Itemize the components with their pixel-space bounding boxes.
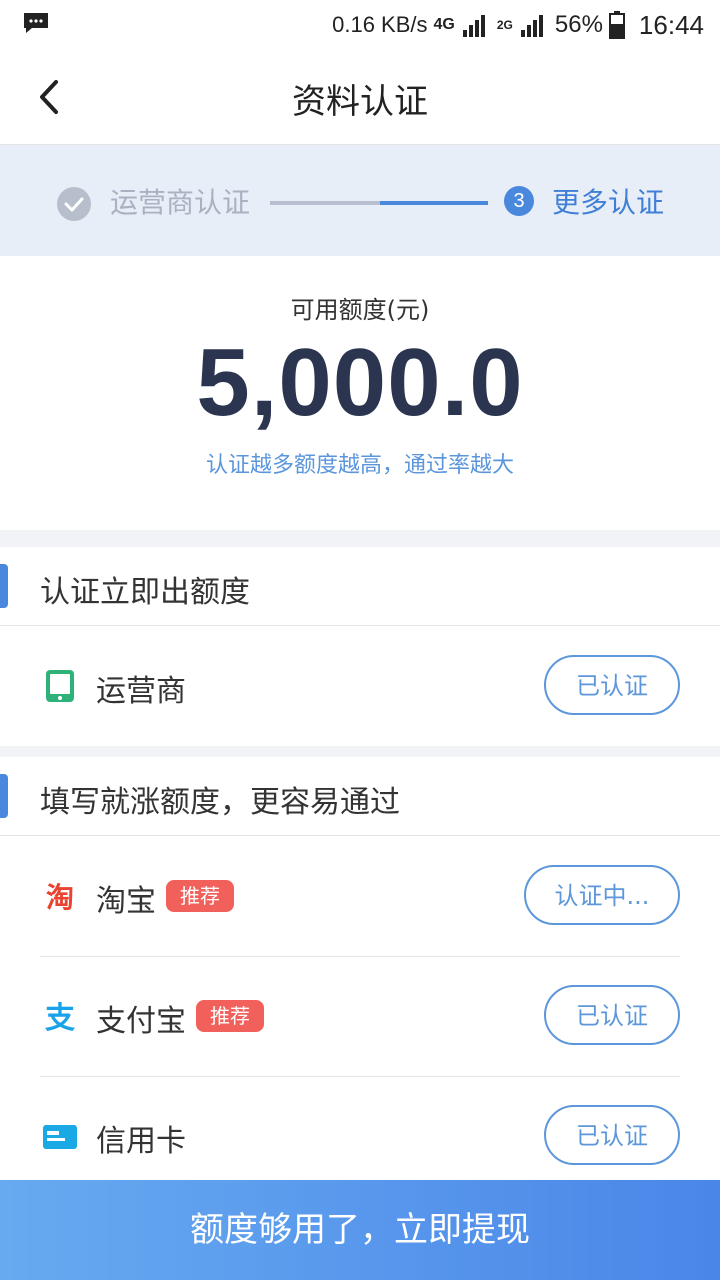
network-type: 4G [433, 16, 455, 33]
step-number-badge: 3 [504, 186, 534, 216]
status-bar: 0.16 KB/s 4G 2G 56% 16:44 [0, 0, 720, 50]
phone-icon [46, 670, 74, 702]
step-operator-label: 运营商认证 [110, 186, 251, 219]
step-connector-active [380, 201, 488, 205]
operator-status-button[interactable]: 已认证 [544, 655, 680, 715]
section-marker [0, 774, 8, 818]
nav-bar: 资料认证 [0, 50, 720, 145]
clock: 16:44 [638, 9, 704, 40]
taobao-status-button[interactable]: 认证中... [524, 865, 680, 925]
battery-icon [608, 11, 625, 39]
battery-percent: 56% [554, 11, 603, 38]
alipay-status-button[interactable]: 已认证 [544, 985, 680, 1045]
section-marker [0, 564, 8, 608]
message-icon [24, 13, 48, 33]
signal-icon-2 [520, 15, 543, 37]
section-title: 认证立即出额度 [40, 575, 250, 610]
recommend-tag: 推荐 [196, 1000, 264, 1032]
svg-text:淘: 淘 [46, 881, 74, 914]
divider [40, 1076, 680, 1077]
credit-card-status-button[interactable]: 已认证 [544, 1105, 680, 1165]
step-connector-done [270, 201, 380, 205]
step-complete-check-icon [57, 187, 91, 221]
quota-tip: 认证越多额度越高，通过率越大 [205, 453, 514, 478]
credit-card-icon [43, 1125, 77, 1149]
withdraw-button[interactable]: 额度够用了，立即提现 [0, 1180, 720, 1280]
svg-text:支: 支 [45, 1001, 75, 1034]
section-title: 填写就涨额度，更容易通过 [40, 785, 400, 820]
list-item-label: 淘宝 [96, 884, 156, 919]
page-title: 资料认证 [292, 82, 428, 122]
quota-amount: 5,000.0 [196, 329, 524, 436]
section-header: 认证立即出额度 [0, 547, 720, 626]
taobao-icon: 淘 [46, 881, 74, 914]
section-header: 填写就涨额度，更容易通过 [0, 757, 720, 836]
recommend-tag: 推荐 [166, 880, 234, 912]
list-item-label: 支付宝 [96, 1004, 186, 1039]
section-required: 认证立即出额度 运营商 已认证 [0, 547, 720, 746]
sim2-network-type: 2G [496, 18, 513, 32]
signal-icon [462, 15, 485, 37]
divider [40, 956, 680, 957]
quota-label: 可用额度(元) [290, 296, 430, 324]
section-optional: 填写就涨额度，更容易通过 淘 淘宝 推荐 认证中... 支 支付宝 推荐 已认证… [0, 757, 720, 1180]
list-item-label: 运营商 [96, 674, 186, 709]
step-more-label: 更多认证 [552, 186, 665, 219]
alipay-icon: 支 [45, 1001, 75, 1034]
net-speed: 0.16 KB/s [332, 12, 428, 37]
list-item-label: 信用卡 [96, 1124, 186, 1159]
